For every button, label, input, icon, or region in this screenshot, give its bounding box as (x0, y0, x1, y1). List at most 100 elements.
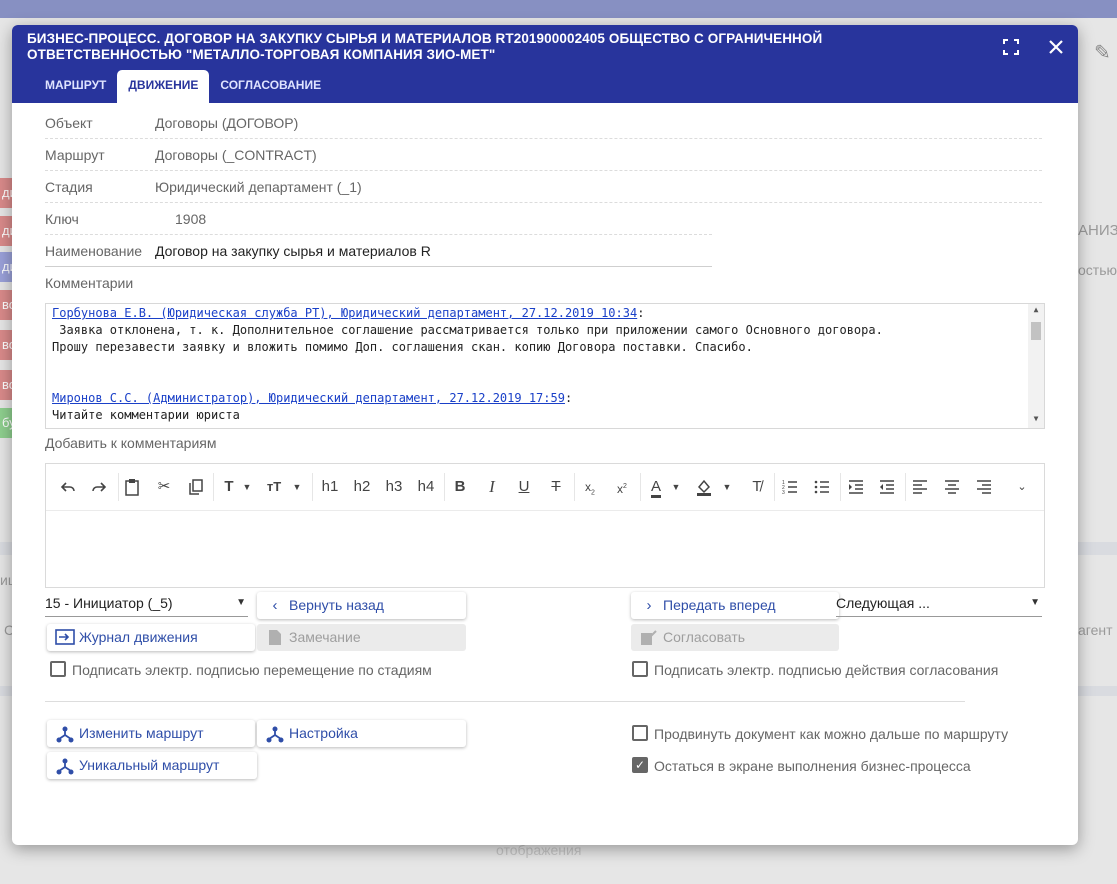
align-right-icon[interactable] (970, 473, 998, 501)
subscript-icon[interactable]: x2 (576, 473, 604, 501)
stage-label: Стадия (45, 179, 93, 195)
pass-forward-button[interactable]: › Передать вперед (631, 592, 839, 619)
name-field: Наименование Договор на закупку сырья и … (45, 235, 712, 267)
clear-format-icon[interactable]: T̸ (743, 473, 771, 501)
return-back-button[interactable]: ‹ Вернуть назад (257, 592, 466, 619)
comment-author-link[interactable]: Миронов С.С. (Администратор), Юридически… (52, 391, 565, 405)
heading3-button[interactable]: h3 (380, 473, 408, 501)
route-label: Маршрут (45, 147, 105, 163)
ordered-list-icon[interactable]: 123 (776, 473, 804, 501)
chevron-down-icon[interactable]: ▼ (668, 473, 684, 501)
comment-editor[interactable]: ✂ T ▼ тT ▼ h1 h2 h3 h4 B I U T x2 x2 A ▼ (45, 463, 1045, 588)
advance-document-label: Продвинуть документ как можно дальше по … (654, 726, 1009, 742)
document-icon (264, 624, 286, 651)
route-value: Договоры (_CONTRACT) (155, 147, 317, 163)
chevron-down-icon[interactable]: ▼ (239, 473, 255, 501)
toolbar-divider (840, 473, 841, 501)
unique-route-button[interactable]: Уникальный маршрут (47, 752, 257, 779)
indent-icon[interactable] (842, 473, 870, 501)
tab-movement[interactable]: ДВИЖЕНИЕ (117, 70, 210, 103)
comment-author-link[interactable]: Горбунова Е.В. (Юридическая служба РТ), … (52, 306, 637, 320)
comments-textarea[interactable]: Горбунова Е.В. (Юридическая служба РТ), … (45, 303, 1045, 429)
toolbar-divider (640, 473, 641, 501)
bold-button[interactable]: B (446, 473, 474, 501)
heading2-button[interactable]: h2 (348, 473, 376, 501)
scrollbar-thumb[interactable] (1031, 322, 1041, 340)
align-center-icon[interactable] (938, 473, 966, 501)
highlight-color-icon[interactable] (690, 473, 718, 501)
outdent-icon[interactable] (873, 473, 901, 501)
pencil-icon[interactable]: ✎ (1094, 40, 1111, 65)
tab-route[interactable]: МАРШРУТ (34, 70, 117, 103)
chevron-down-icon[interactable]: ▼ (719, 473, 735, 501)
underline-button[interactable]: U (510, 473, 538, 501)
bullet-list-icon[interactable] (808, 473, 836, 501)
unique-route-label: Уникальный маршрут (79, 757, 220, 773)
italic-button[interactable]: I (478, 473, 506, 501)
stage-select[interactable]: 15 - Инициатор (_5) ▼ (45, 591, 248, 617)
chevron-right-icon: › (646, 597, 652, 614)
checkbox-box[interactable] (50, 661, 66, 677)
stage-field: Стадия Юридический департамент (_1) (45, 171, 1042, 203)
strikethrough-icon[interactable]: T (542, 473, 570, 501)
font-size-icon[interactable]: тT (260, 473, 288, 501)
add-comment-label: Добавить к комментариям (45, 435, 217, 451)
settings-label: Настройка (289, 725, 358, 741)
align-left-icon[interactable] (906, 473, 934, 501)
stage-select-value: 15 - Инициатор (_5) (45, 595, 173, 611)
chevron-left-icon: ‹ (272, 597, 278, 614)
superscript-icon[interactable]: x2 (608, 473, 636, 501)
remark-label: Замечание (289, 629, 361, 645)
section-divider (45, 701, 965, 702)
dialog-title: Бизнес-процесс. Договор на закупку сырья… (27, 31, 823, 62)
key-label: Ключ (45, 211, 79, 227)
fullscreen-icon[interactable] (999, 35, 1023, 59)
chevron-down-icon[interactable]: ▼ (289, 473, 305, 501)
checkbox-box[interactable] (632, 725, 648, 741)
close-icon[interactable] (1044, 35, 1068, 59)
paste-icon[interactable] (118, 473, 146, 501)
toolbar-divider (312, 473, 313, 501)
movement-journal-label: Журнал движения (79, 629, 198, 645)
toolbar-divider (444, 473, 445, 501)
approve-label: Согласовать (663, 629, 746, 645)
dialog-tabs: МАРШРУТ ДВИЖЕНИЕ СОГЛАСОВАНИЕ (34, 70, 332, 103)
text-color-icon[interactable]: A (642, 473, 670, 501)
name-input[interactable]: Договор на закупку сырья и материалов R (155, 235, 431, 267)
change-route-button[interactable]: Изменить маршрут (47, 720, 255, 747)
sign-approval-label: Подписать электр. подписью действия согл… (654, 662, 999, 678)
approve-button[interactable]: Согласовать (631, 624, 839, 651)
approve-edit-icon (638, 624, 660, 651)
cut-icon[interactable]: ✂ (150, 473, 178, 501)
pass-forward-label: Передать вперед (663, 597, 776, 613)
chevron-down-icon: ▼ (236, 597, 246, 608)
key-value[interactable]: 1908 (175, 203, 206, 235)
route-field: Маршрут Договоры (_CONTRACT) (45, 139, 1042, 171)
heading1-button[interactable]: h1 (316, 473, 344, 501)
route-branch-icon (264, 720, 286, 747)
tab-approval[interactable]: СОГЛАСОВАНИЕ (209, 70, 332, 103)
more-tools-chevron-icon[interactable]: ⌄ (1008, 473, 1036, 501)
change-route-label: Изменить маршрут (79, 725, 204, 741)
heading4-button[interactable]: h4 (412, 473, 440, 501)
comments-scrollbar[interactable]: ▲ ▼ (1028, 304, 1044, 428)
toolbar-divider (774, 473, 775, 501)
journal-icon (54, 624, 76, 651)
stage-value: Юридический департамент (_1) (155, 179, 362, 195)
settings-button[interactable]: Настройка (257, 720, 466, 747)
redo-icon[interactable] (85, 473, 113, 501)
checkbox-box[interactable] (632, 661, 648, 677)
scroll-down-icon[interactable]: ▼ (1031, 414, 1041, 423)
comments-label: Комментарии (45, 275, 134, 291)
dialog-header: Бизнес-процесс. Договор на закупку сырья… (12, 25, 1078, 103)
movement-journal-button[interactable]: Журнал движения (47, 624, 255, 651)
object-label: Объект (45, 115, 93, 131)
remark-button[interactable]: Замечание (257, 624, 466, 651)
undo-icon[interactable] (54, 473, 82, 501)
scroll-up-icon[interactable]: ▲ (1031, 305, 1041, 314)
next-stage-select[interactable]: Следующая ... ▼ (836, 591, 1042, 617)
checkmark-icon[interactable]: ✓ (632, 757, 648, 773)
copy-icon[interactable] (182, 473, 210, 501)
route-branch-icon (54, 752, 76, 779)
next-select-value: Следующая ... (836, 595, 930, 611)
